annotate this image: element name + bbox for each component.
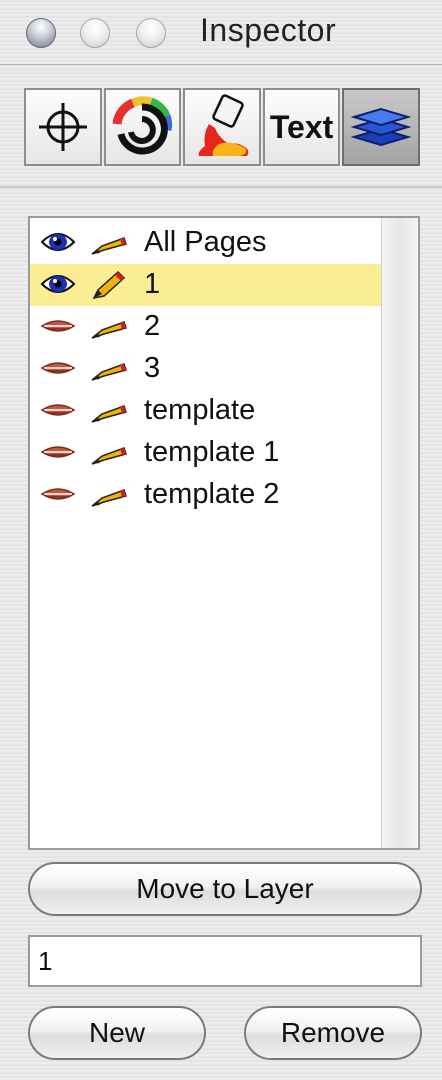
zoom-button[interactable] xyxy=(136,18,166,48)
crosshair-icon xyxy=(38,103,87,151)
inspector-window: Inspector Text All Pages 1 2 3 template … xyxy=(0,0,442,1080)
layer-label: 1 xyxy=(144,268,161,300)
inspector-toolbar: Text xyxy=(24,88,422,170)
layer-label: template 1 xyxy=(144,436,280,468)
eye-closed-icon[interactable] xyxy=(40,480,76,508)
tool-fill-button[interactable] xyxy=(183,88,261,166)
layer-label: 3 xyxy=(144,352,161,384)
pencil-locked-icon[interactable] xyxy=(88,354,128,384)
move-to-layer-button[interactable]: Move to Layer xyxy=(28,862,422,916)
layer-row-all-pages[interactable]: All Pages xyxy=(30,222,382,264)
layer-name-field[interactable]: 1 xyxy=(28,935,422,987)
layer-row-3[interactable]: 3 xyxy=(30,348,382,390)
layer-row-1[interactable]: 1 xyxy=(30,264,382,306)
eye-closed-icon[interactable] xyxy=(40,354,76,382)
layer-label: template 2 xyxy=(144,478,280,510)
remove-layer-button[interactable]: Remove xyxy=(244,1006,422,1060)
pencil-locked-icon[interactable] xyxy=(88,396,128,426)
inspector-toolbar-area: Text xyxy=(0,64,442,188)
eye-closed-icon[interactable] xyxy=(40,438,76,466)
layer-row-2[interactable]: 2 xyxy=(30,306,382,348)
list-scrollbar[interactable] xyxy=(381,218,418,848)
layer-row-template[interactable]: template xyxy=(30,390,382,432)
layer-row-template-1[interactable]: template 1 xyxy=(30,432,382,474)
layer-label: All Pages xyxy=(144,226,267,258)
tool-color-button[interactable] xyxy=(103,88,182,166)
pencil-locked-icon[interactable] xyxy=(88,312,128,342)
pencil-locked-icon[interactable] xyxy=(88,228,128,258)
tool-layers-button[interactable] xyxy=(342,88,420,166)
layer-row-template-2[interactable]: template 2 xyxy=(30,474,382,516)
tool-position-button[interactable] xyxy=(24,88,102,166)
close-button[interactable] xyxy=(26,18,56,48)
tool-text-button[interactable]: Text xyxy=(262,88,341,166)
paint-bucket-icon xyxy=(198,94,249,156)
title-bar: Inspector xyxy=(0,0,442,65)
eye-closed-icon[interactable] xyxy=(40,396,76,424)
layer-label: 2 xyxy=(144,310,161,342)
eye-open-icon[interactable] xyxy=(40,270,76,298)
pencil-locked-icon[interactable] xyxy=(88,438,128,468)
window-title: Inspector xyxy=(200,12,337,48)
text-icon: Text xyxy=(269,108,334,145)
pencil-locked-icon[interactable] xyxy=(88,480,128,510)
layer-list[interactable]: All Pages 1 2 3 template template 1 temp… xyxy=(28,216,420,850)
minimize-button[interactable] xyxy=(80,18,110,48)
layers-icon xyxy=(350,107,412,147)
eye-closed-icon[interactable] xyxy=(40,312,76,340)
color-wheel-icon xyxy=(112,96,173,155)
pencil-editable-icon[interactable] xyxy=(88,270,128,300)
eye-open-icon[interactable] xyxy=(40,228,76,256)
layer-label: template xyxy=(144,394,256,426)
new-layer-button[interactable]: New xyxy=(28,1006,206,1060)
